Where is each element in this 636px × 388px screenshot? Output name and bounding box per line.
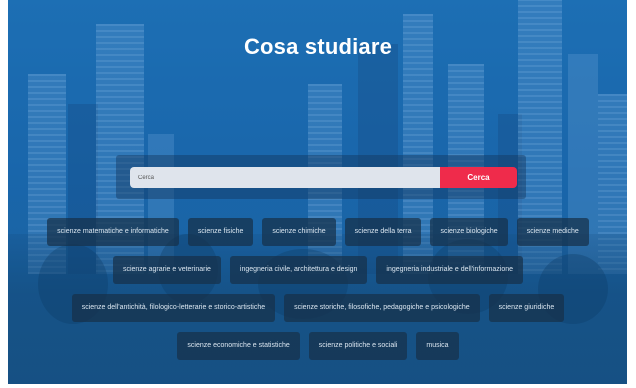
search-panel: Cerca — [116, 155, 526, 199]
chip-musica[interactable]: musica — [416, 332, 459, 360]
chip-scienze-giuridiche[interactable]: scienze giuridiche — [488, 294, 565, 322]
chip-ingegneria-civile-architettura-design[interactable]: ingegneria civile, architettura e design — [229, 256, 368, 284]
search-button[interactable]: Cerca — [440, 167, 517, 188]
chip-scienze-matematiche-informatiche[interactable]: scienze matematiche e informatiche — [47, 218, 179, 246]
chip-scienze-antichita-filologico-letterarie[interactable]: scienze dell'antichità, filologico-lette… — [71, 294, 276, 322]
chip-row-3: scienze dell'antichità, filologico-lette… — [0, 294, 636, 322]
topic-chips: scienze matematiche e informatiche scien… — [0, 218, 636, 370]
chip-row-1: scienze matematiche e informatiche scien… — [0, 218, 636, 246]
page-title: Cosa studiare — [243, 34, 393, 59]
chip-scienze-biologiche[interactable]: scienze biologiche — [430, 218, 508, 246]
chip-scienze-chimiche[interactable]: scienze chimiche — [262, 218, 336, 246]
chip-scienze-fisiche[interactable]: scienze fisiche — [187, 218, 254, 246]
chip-row-4: scienze economiche e statistiche scienze… — [0, 332, 636, 360]
chip-scienze-mediche[interactable]: scienze mediche — [516, 218, 589, 246]
chip-scienze-storiche-filosofiche[interactable]: scienze storiche, filosofiche, pedagogic… — [284, 294, 480, 322]
chip-scienze-economiche-statistiche[interactable]: scienze economiche e statistiche — [177, 332, 300, 360]
chip-ingegneria-industriale-informazione[interactable]: ingegneria industriale e dell'informazio… — [376, 256, 524, 284]
chip-scienze-politiche-sociali[interactable]: scienze politiche e sociali — [308, 332, 408, 360]
chip-scienze-agrarie-veterinarie[interactable]: scienze agrarie e veterinarie — [112, 256, 221, 284]
search-input[interactable] — [130, 167, 440, 188]
chip-scienze-della-terra[interactable]: scienze della terra — [344, 218, 422, 246]
chip-row-2: scienze agrarie e veterinarie ingegneria… — [0, 256, 636, 284]
